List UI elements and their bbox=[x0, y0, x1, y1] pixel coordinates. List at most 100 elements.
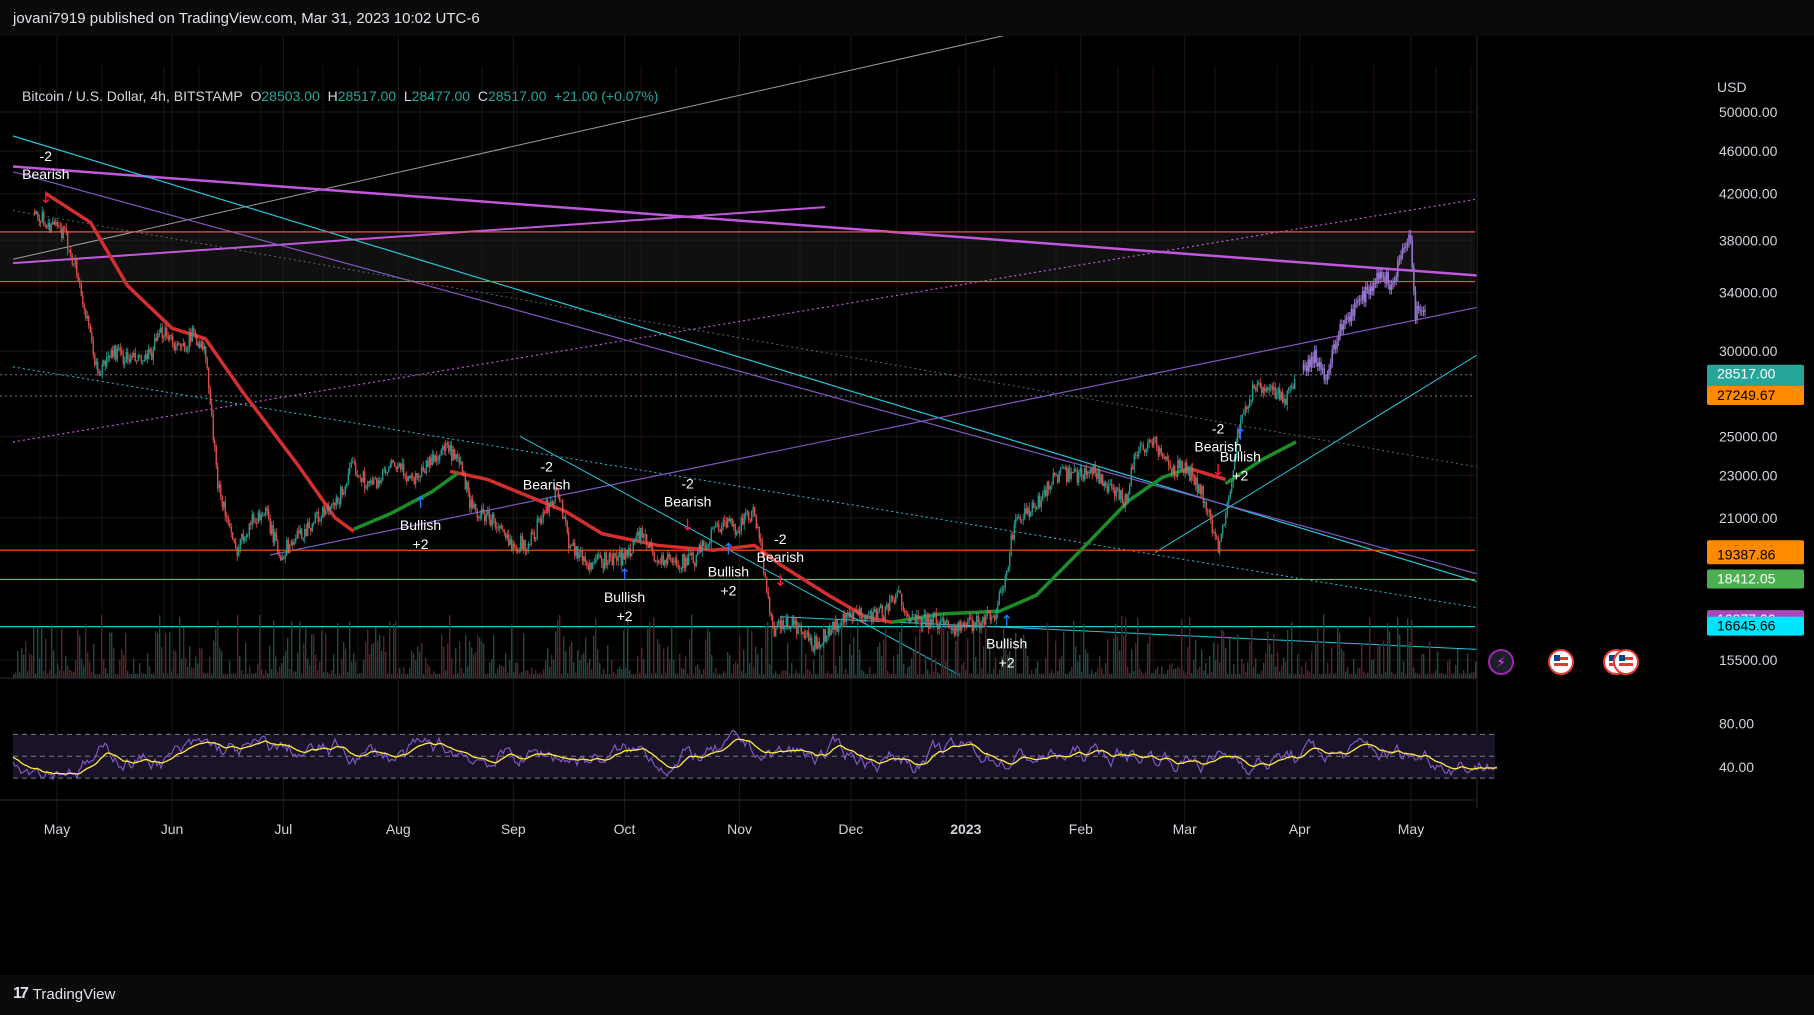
volume-bar bbox=[475, 652, 477, 678]
price-label-value: 28517.00 bbox=[1717, 366, 1776, 382]
chart-canvas[interactable]: -2Bearish↓↑Bullish+2-2Bearish↓↑Bullish+2… bbox=[0, 36, 1814, 975]
projection-body bbox=[1368, 289, 1370, 295]
candle-body bbox=[463, 472, 465, 474]
candle-body bbox=[821, 644, 823, 646]
candle-body bbox=[824, 629, 826, 642]
bearish-arrow-icon: ↓ bbox=[540, 499, 553, 518]
bullish-label-line: Bullish bbox=[986, 635, 1027, 651]
bullish-arrow-icon: ↑ bbox=[1000, 611, 1013, 630]
candle-body bbox=[575, 546, 577, 556]
volume-bar bbox=[427, 664, 429, 678]
candle-body bbox=[188, 331, 190, 349]
candle-body bbox=[469, 492, 471, 509]
volume-bar bbox=[413, 653, 415, 678]
volume-bar bbox=[19, 671, 21, 678]
volume-bar bbox=[195, 656, 197, 678]
candle-body bbox=[80, 283, 82, 296]
candle-body bbox=[827, 627, 829, 636]
candle-body bbox=[784, 627, 786, 630]
candle-body bbox=[1036, 506, 1038, 509]
symbol-title[interactable]: Bitcoin / U.S. Dollar, 4h, BITSTAMP bbox=[22, 88, 243, 104]
candle-body bbox=[64, 226, 66, 228]
candle-body bbox=[406, 476, 408, 482]
candle-body bbox=[644, 533, 646, 536]
candle-body bbox=[1021, 519, 1023, 521]
candle-body bbox=[1225, 514, 1227, 525]
candle-body bbox=[413, 477, 415, 484]
price-axis[interactable]: USD50000.0046000.0042000.0038000.0034000… bbox=[1476, 36, 1814, 808]
candle-body bbox=[286, 539, 288, 556]
volume-bar bbox=[285, 650, 287, 678]
candle-body bbox=[1003, 587, 1005, 589]
volume-bar bbox=[13, 674, 15, 678]
candle-body bbox=[760, 538, 762, 542]
volume-bar bbox=[603, 668, 605, 678]
candle-body bbox=[109, 355, 111, 358]
volume-bar bbox=[759, 674, 761, 678]
candle-body bbox=[679, 567, 681, 569]
volume-bar bbox=[1271, 654, 1273, 678]
volume-bar bbox=[447, 643, 449, 678]
us-flag-canton bbox=[1619, 655, 1625, 661]
volume-bar bbox=[839, 655, 841, 678]
candle-body bbox=[1132, 467, 1134, 470]
us-flag-stripe bbox=[1619, 663, 1633, 666]
volume-bar bbox=[375, 627, 377, 678]
tradingview-logo[interactable]: 17 TradingView bbox=[13, 985, 115, 1003]
volume-bar bbox=[257, 663, 259, 678]
volume-bar bbox=[349, 621, 351, 678]
volume-bar bbox=[105, 668, 107, 678]
volume-bar bbox=[731, 673, 733, 678]
candle-body bbox=[494, 519, 496, 528]
volume-bar bbox=[955, 640, 957, 678]
candle-body bbox=[881, 605, 883, 617]
candle-body bbox=[1141, 444, 1143, 446]
low-value: 28477.00 bbox=[411, 88, 471, 104]
candle-body bbox=[380, 480, 382, 483]
candle-body bbox=[983, 617, 985, 625]
candle-body bbox=[788, 627, 790, 630]
volume-bar bbox=[531, 667, 533, 678]
volume-bar bbox=[573, 662, 575, 678]
candle-body bbox=[365, 487, 367, 489]
volume-bar bbox=[697, 664, 699, 678]
volume-bar bbox=[47, 673, 49, 678]
candle-body bbox=[745, 512, 747, 515]
volume-bar bbox=[509, 660, 511, 678]
candle-body bbox=[677, 565, 679, 568]
volume-bar bbox=[831, 673, 833, 678]
candle-body bbox=[905, 612, 907, 614]
volume-bar bbox=[607, 645, 609, 678]
volume-bar bbox=[1089, 673, 1091, 678]
bearish-label-line: Bearish bbox=[22, 166, 69, 182]
volume-bar bbox=[1277, 652, 1279, 678]
candle-body bbox=[959, 621, 961, 631]
volume-bar bbox=[797, 672, 799, 678]
volume-bar bbox=[37, 626, 39, 678]
projection-body bbox=[1360, 299, 1362, 301]
volume-bar bbox=[1377, 646, 1379, 678]
volume-bar bbox=[235, 673, 237, 678]
volume-bar bbox=[877, 646, 879, 678]
volume-bar bbox=[1363, 671, 1365, 678]
volume-bar bbox=[493, 635, 495, 678]
volume-bar bbox=[849, 644, 851, 678]
candle-body bbox=[116, 349, 118, 360]
volume-bar bbox=[77, 629, 79, 678]
volume-bar bbox=[115, 673, 117, 678]
candle-body bbox=[857, 612, 859, 616]
candle-body bbox=[446, 443, 448, 445]
candle-body bbox=[517, 549, 519, 552]
volume-bar bbox=[17, 650, 19, 678]
candle-body bbox=[427, 460, 429, 467]
volume-bar bbox=[795, 670, 797, 678]
volume-bar bbox=[769, 664, 771, 678]
candle-body bbox=[950, 628, 952, 631]
candle-body bbox=[502, 529, 504, 530]
candle-body bbox=[1258, 383, 1260, 384]
candle-body bbox=[970, 617, 972, 620]
volume-bar bbox=[145, 673, 147, 678]
candle-body bbox=[95, 361, 97, 365]
candle-body bbox=[689, 553, 691, 556]
candle-body bbox=[913, 614, 915, 616]
